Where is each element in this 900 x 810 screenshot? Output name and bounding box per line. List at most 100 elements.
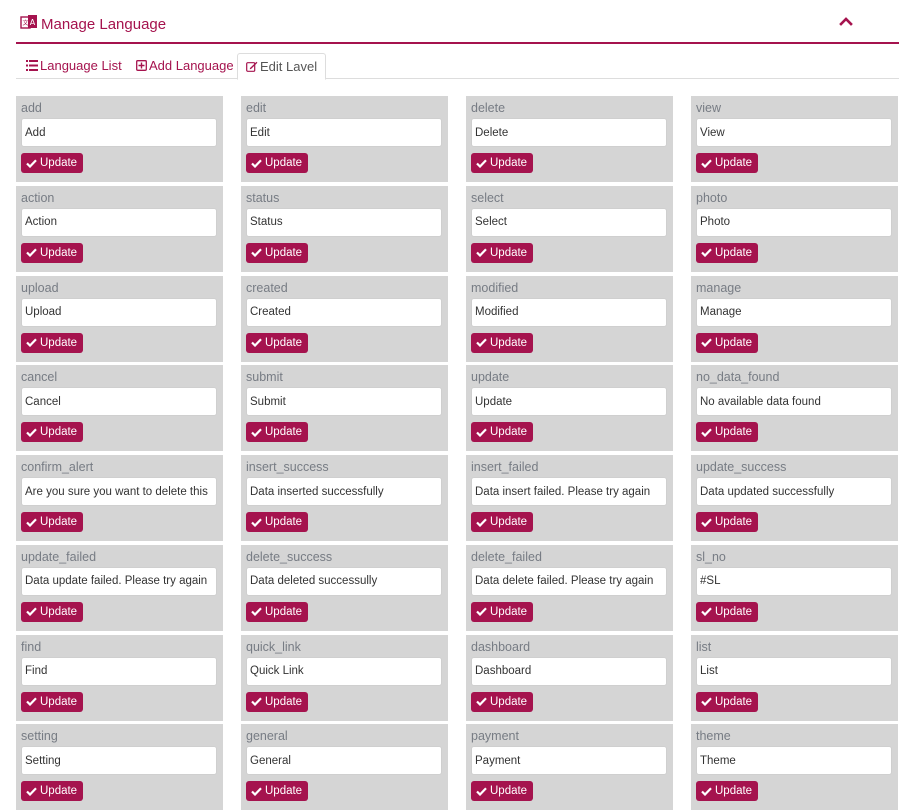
update-button[interactable]: Update	[471, 512, 534, 532]
label-value-input[interactable]: Data update failed. Please try again	[21, 566, 217, 596]
chevron-up-icon[interactable]	[839, 14, 853, 28]
label-value-input[interactable]: Are you sure you want to delete this	[21, 477, 217, 506]
label-card-list: list List Update	[691, 634, 898, 721]
label-key: general	[246, 729, 288, 744]
label-value-input[interactable]: Manage	[696, 297, 892, 327]
label-value-input[interactable]: Data updated successfully	[696, 477, 892, 506]
update-button[interactable]: Update	[471, 691, 534, 712]
update-button[interactable]: Update	[246, 422, 309, 443]
label-value-input[interactable]: Cancel	[21, 387, 217, 417]
label-value-input[interactable]: Action	[21, 207, 217, 237]
label-key: delete	[471, 101, 506, 115]
label-value-input[interactable]: Delete	[471, 118, 667, 147]
page-title: Manage Language	[41, 16, 167, 33]
update-button[interactable]: Update	[246, 601, 309, 622]
update-button-label: Update	[490, 785, 528, 798]
update-button-label: Update	[40, 336, 78, 349]
label-card-modified: modified Modified Update	[466, 275, 673, 362]
label-value-input[interactable]: Find	[21, 656, 217, 686]
label-key: photo	[696, 190, 728, 205]
update-button[interactable]: Update	[246, 153, 309, 173]
label-card-update-failed: update_failed Data update failed. Please …	[16, 544, 223, 631]
label-card-find: find Find Update	[16, 634, 223, 721]
update-button[interactable]: Update	[696, 512, 759, 532]
update-button[interactable]: Update	[471, 332, 534, 353]
label-key: insert_success	[246, 460, 329, 474]
check-icon	[251, 517, 262, 527]
tab-language-list[interactable]: Language List	[26, 53, 122, 77]
update-button[interactable]: Update	[696, 781, 759, 802]
label-value-input[interactable]: #SL	[696, 566, 892, 596]
label-card-update: update Update Update	[466, 365, 673, 452]
label-value-input[interactable]: Data deleted successully	[246, 566, 442, 596]
label-value-input[interactable]: No available data found	[696, 387, 892, 417]
update-button[interactable]: Update	[696, 691, 759, 712]
label-value-input[interactable]: View	[696, 118, 892, 147]
label-value-input[interactable]: Theme	[696, 746, 892, 776]
label-card-submit: submit Submit Update	[241, 365, 448, 452]
label-value-input[interactable]: Add	[21, 118, 217, 147]
label-value-input[interactable]: General	[246, 746, 442, 776]
label-value-input[interactable]: List	[696, 656, 892, 686]
label-value-input[interactable]: Photo	[696, 207, 892, 237]
update-button[interactable]: Update	[471, 242, 534, 263]
update-button[interactable]: Update	[21, 601, 84, 622]
tab-add-language[interactable]: Add Language	[136, 53, 234, 77]
label-card-view: view View Update	[691, 96, 898, 182]
update-button-label: Update	[265, 785, 303, 798]
update-button[interactable]: Update	[246, 332, 309, 353]
label-value-input[interactable]: Payment	[471, 746, 667, 776]
check-icon	[251, 428, 262, 437]
label-card-delete-success: delete_success Data deleted successully Up…	[241, 544, 448, 631]
update-button[interactable]: Update	[246, 691, 309, 712]
tab-edit-lavel[interactable]: Edit Lavel	[237, 53, 327, 80]
check-icon	[701, 607, 712, 617]
update-button[interactable]: Update	[246, 512, 309, 532]
label-value-input[interactable]: Select	[471, 207, 667, 237]
label-key: status	[246, 190, 280, 205]
update-button[interactable]: Update	[21, 422, 84, 443]
label-value-input[interactable]: Data insert failed. Please try again	[471, 477, 667, 506]
label-value-input[interactable]: Status	[246, 207, 442, 237]
update-button[interactable]: Update	[471, 422, 534, 443]
update-button[interactable]: Update	[246, 242, 309, 263]
tab-label: Language List	[40, 58, 122, 73]
update-button[interactable]: Update	[471, 601, 534, 622]
update-button-label: Update	[40, 785, 78, 798]
update-button[interactable]: Update	[696, 601, 759, 622]
update-button-label: Update	[265, 246, 303, 259]
label-value-input[interactable]: Edit	[246, 118, 442, 147]
update-button[interactable]: Update	[21, 153, 84, 173]
check-icon	[701, 517, 712, 527]
label-key: modified	[471, 280, 519, 295]
update-button-label: Update	[715, 336, 753, 349]
update-button[interactable]: Update	[471, 781, 534, 802]
update-button[interactable]: Update	[21, 691, 84, 712]
update-button[interactable]: Update	[696, 242, 759, 263]
update-button[interactable]: Update	[21, 242, 84, 263]
update-button[interactable]: Update	[246, 781, 309, 802]
label-value-input[interactable]: Upload	[21, 297, 217, 327]
label-value-input[interactable]: Dashboard	[471, 656, 667, 686]
update-button[interactable]: Update	[21, 512, 84, 532]
check-icon	[701, 248, 712, 258]
label-value-input[interactable]: Data inserted successfully	[246, 477, 442, 506]
label-value-input[interactable]: Setting	[21, 746, 217, 776]
label-value-input[interactable]: Update	[471, 387, 667, 417]
update-button[interactable]: Update	[696, 153, 759, 173]
label-value-input[interactable]: Submit	[246, 387, 442, 417]
label-key: cancel	[21, 370, 58, 385]
label-card-insert-success: insert_success Data inserted successfully…	[241, 455, 448, 541]
label-value-input[interactable]: Data delete failed. Please try again	[471, 566, 667, 596]
update-button[interactable]: Update	[696, 332, 759, 353]
update-button[interactable]: Update	[471, 153, 534, 173]
update-button[interactable]: Update	[696, 422, 759, 443]
update-button[interactable]: Update	[21, 332, 84, 353]
label-value-input[interactable]: Quick Link	[246, 656, 442, 686]
label-value-input[interactable]: Modified	[471, 297, 667, 327]
update-button-label: Update	[40, 426, 78, 439]
update-button[interactable]: Update	[21, 781, 84, 802]
update-button-label: Update	[265, 426, 303, 439]
label-card-select: select Select Update	[466, 185, 673, 272]
label-value-input[interactable]: Created	[246, 297, 442, 327]
